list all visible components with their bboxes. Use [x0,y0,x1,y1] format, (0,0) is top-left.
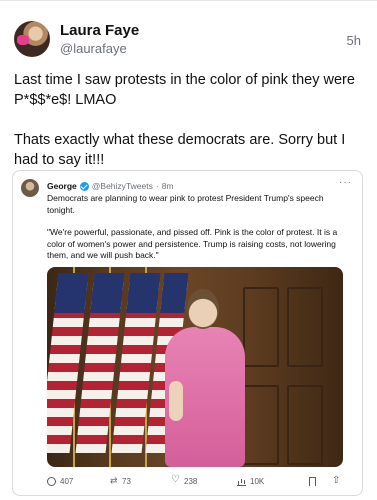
embedded-body: Democrats are planning to wear pink to p… [47,193,352,262]
share-button[interactable] [332,475,341,486]
embedded-paragraph: Democrats are planning to wear pink to p… [47,193,324,215]
meta-separator: · [155,181,159,191]
avatar[interactable] [14,21,50,57]
embedded-paragraph: "We're powerful, passionate, and pissed … [47,227,338,260]
post-paragraph: Thats exactly what these democrats are. … [14,132,346,168]
views-chart-icon [237,477,246,486]
bookmark-icon [309,477,316,486]
divider [0,0,377,1]
avatar-accent [17,35,29,45]
post-paragraph: Last time I saw protests in the color of… [14,72,355,108]
reply-icon [47,477,56,486]
wood-panel [243,385,279,465]
views-count: 10K [250,477,265,486]
post-body: Last time I saw protests in the color of… [14,70,364,170]
verified-badge-icon [79,181,89,191]
retweet-count: 73 [122,477,131,486]
share-icon [332,475,341,486]
post-timestamp[interactable]: 5h [347,33,361,48]
tweet-photo[interactable] [47,267,343,467]
heart-icon [171,474,180,486]
embedded-timestamp[interactable]: 8m [162,181,174,191]
retweet-icon [109,477,118,486]
embedded-author-name[interactable]: George [47,181,77,191]
author-name[interactable]: Laura Faye [60,22,139,39]
embedded-tweet[interactable]: George @BehizyTweets · 8m ··· Democrats … [12,170,363,496]
bookmark-button[interactable] [309,477,316,486]
like-button[interactable]: 238 [171,474,198,486]
embedded-author-handle[interactable]: @BehizyTweets [92,181,153,191]
reply-button[interactable]: 407 [47,477,73,486]
reply-count: 407 [60,477,74,486]
views-button[interactable]: 10K [237,477,264,486]
author-handle[interactable]: @laurafaye [60,41,127,56]
action-bar: 407 73 238 10K [47,474,347,489]
embedded-avatar[interactable] [21,179,39,197]
retweet-button[interactable]: 73 [109,477,131,486]
like-count: 238 [184,477,198,486]
embedded-header: George @BehizyTweets · 8m [47,181,174,191]
woman-in-pink-dress [165,289,245,467]
wood-panel [287,287,323,367]
wood-panel [243,287,279,367]
post-card: Laura Faye @laurafaye 5h Last time I saw… [0,0,377,500]
more-dots-icon[interactable]: ··· [339,177,352,188]
wood-panel [287,385,323,465]
